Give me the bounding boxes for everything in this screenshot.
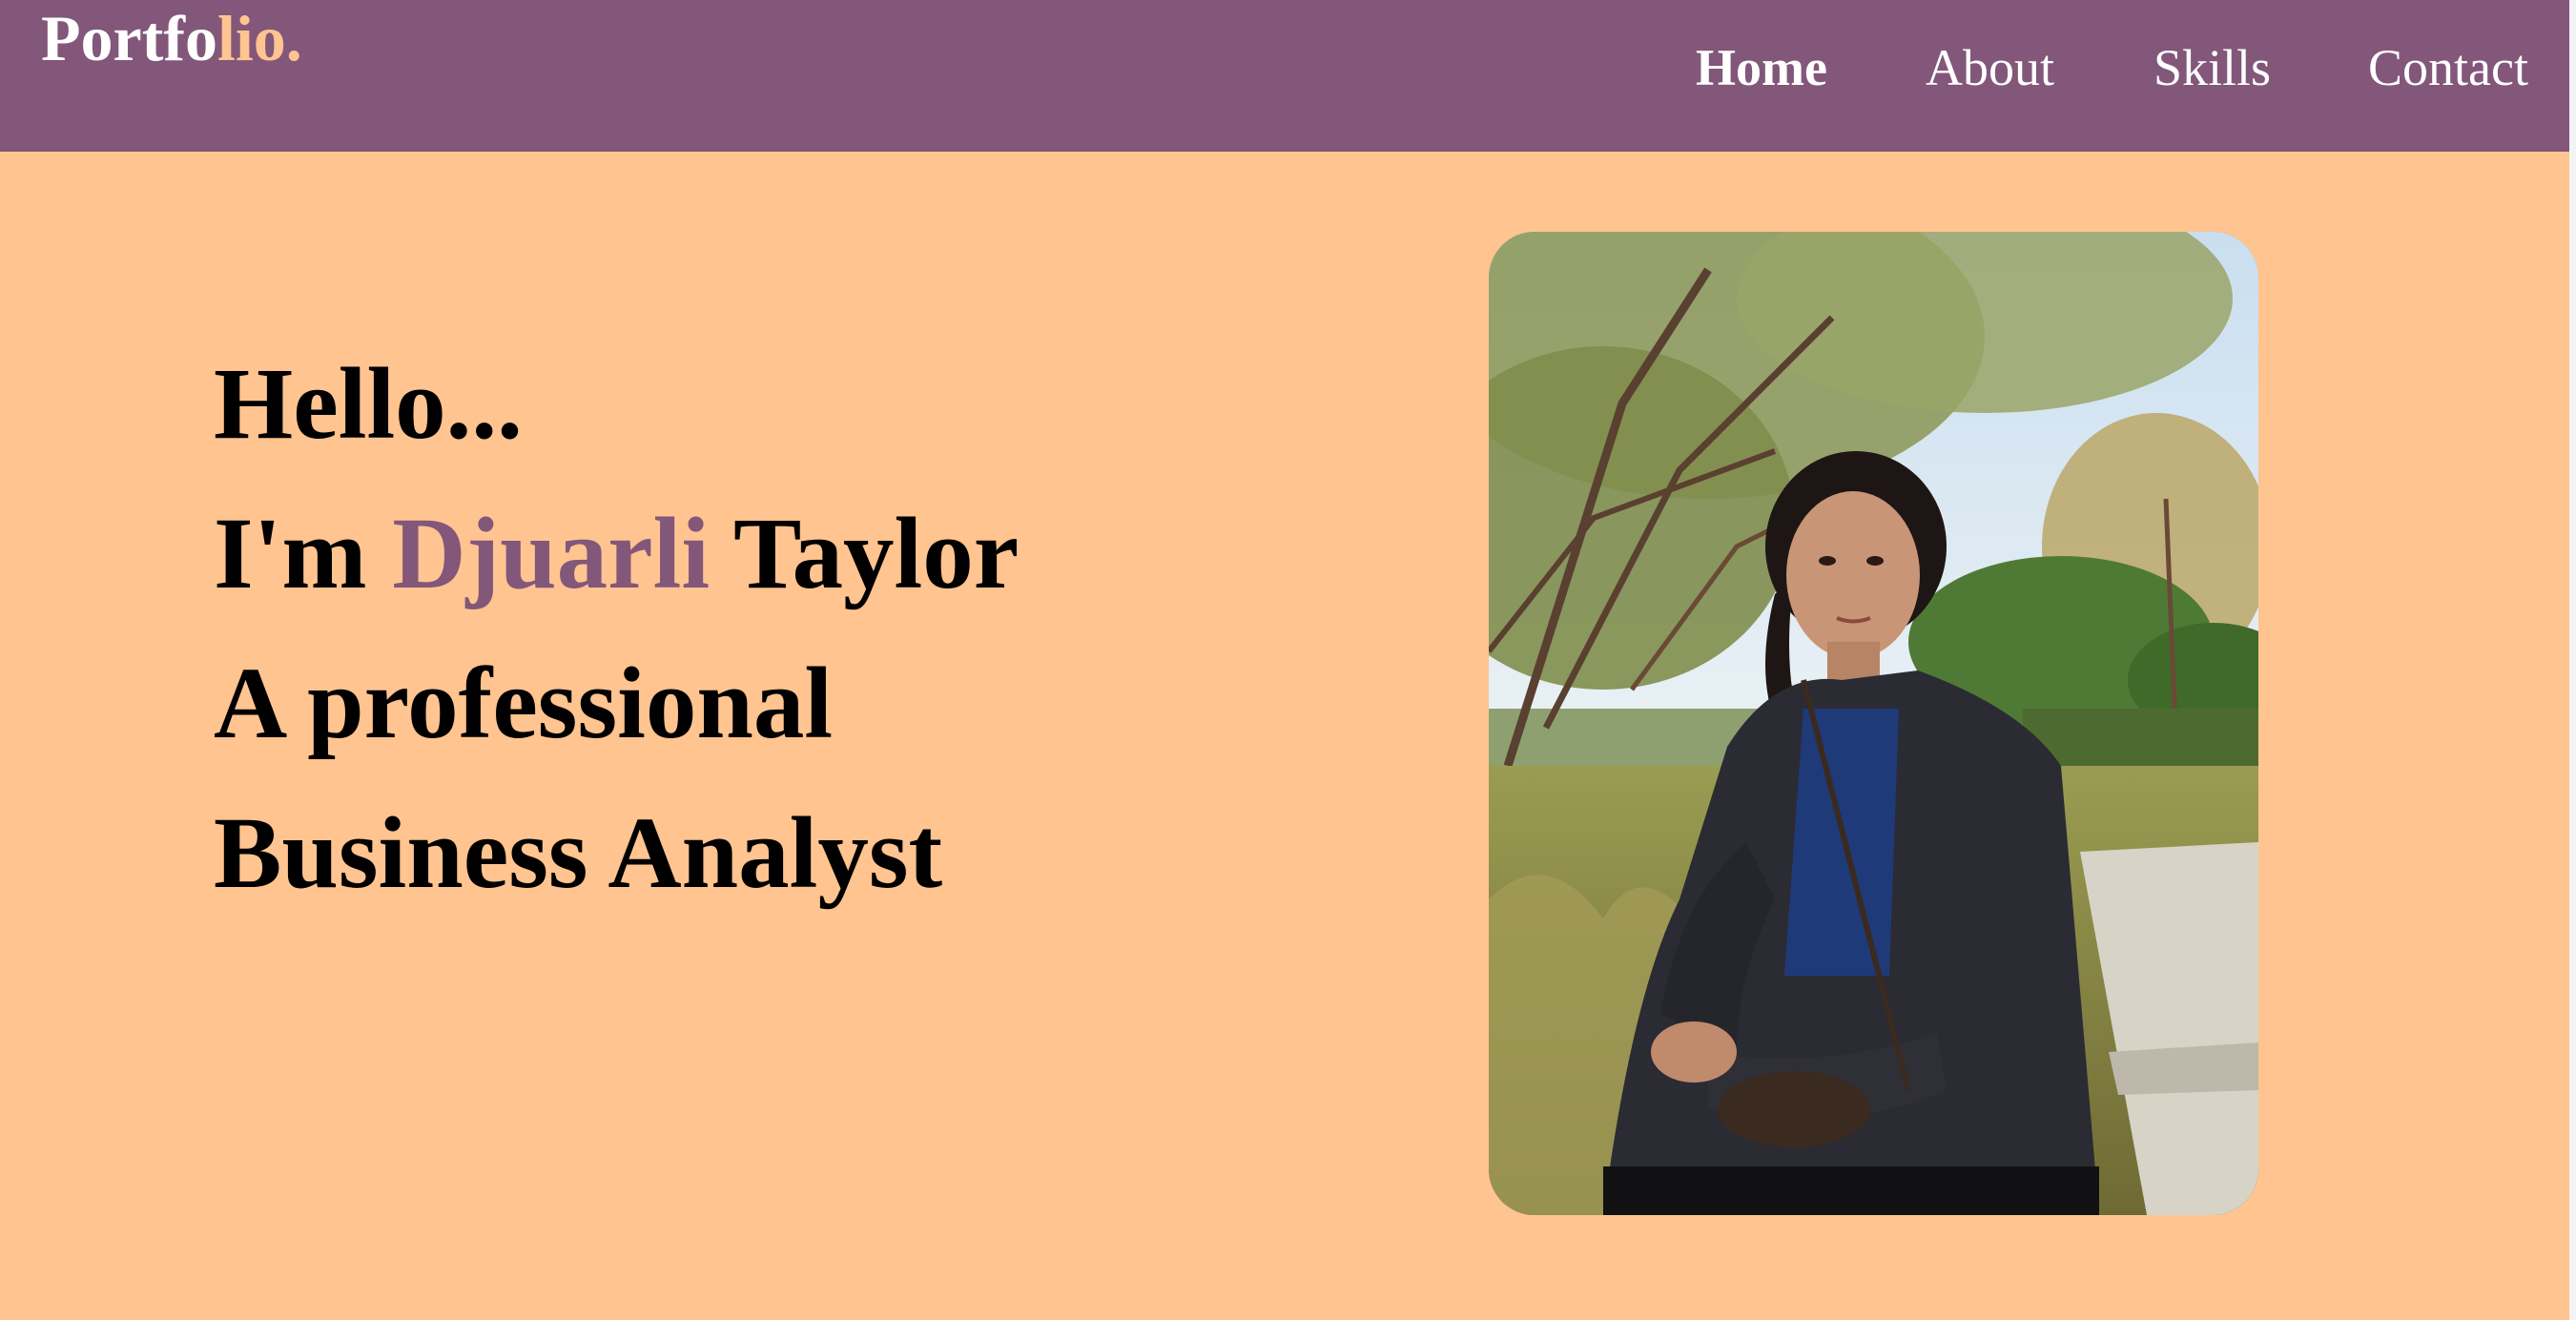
logo-main-text: Portfo (41, 2, 218, 74)
hero-intro: Hello... I'm Djuarli Taylor A profession… (214, 330, 1019, 929)
hero-role-line-2: Business Analyst (214, 797, 943, 910)
nav-link-home[interactable]: Home (1696, 42, 1827, 93)
hero-greeting: Hello... (214, 348, 523, 461)
nav-link-skills[interactable]: Skills (2154, 42, 2271, 93)
profile-photo (1489, 232, 2258, 1215)
page-edge (2569, 152, 2576, 1320)
hero-role-line-1: A professional (214, 648, 834, 760)
hero-last-name: Taylor (710, 498, 1020, 610)
hero-name-prefix: I'm (214, 498, 393, 610)
nav-link-about[interactable]: About (1926, 42, 2054, 93)
hero-first-name: Djuarli (392, 498, 711, 610)
portfolio-logo[interactable]: Portfolio. (41, 6, 302, 71)
logo-accent-text: lio. (217, 2, 302, 74)
portrait-photo-icon (1489, 232, 2258, 1215)
nav-link-contact[interactable]: Contact (2368, 42, 2528, 93)
hero-name-line: I'm Djuarli Taylor (214, 480, 1019, 629)
top-navbar: Portfolio. Home About Skills Contact (0, 0, 2576, 152)
